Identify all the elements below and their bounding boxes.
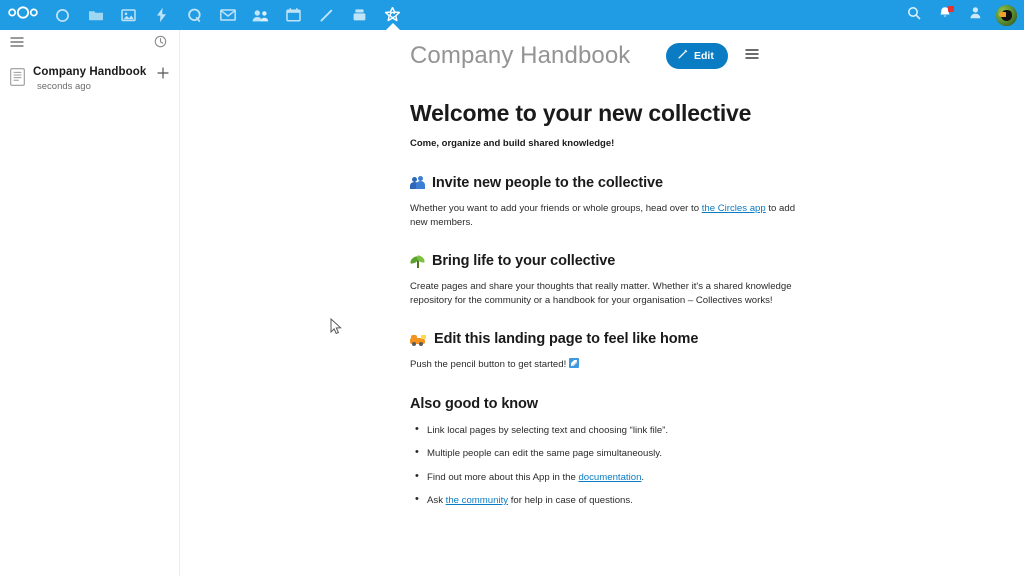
list-item-text: Multiple people can edit the same page s… — [427, 448, 662, 459]
app-icon-list — [46, 0, 409, 30]
search-button[interactable] — [898, 0, 929, 30]
seedling-emoji-icon — [410, 254, 425, 268]
top-navigation-bar — [0, 0, 1024, 30]
notification-badge — [948, 6, 954, 12]
list-item-text-before: Ask — [427, 495, 446, 506]
people-icon — [252, 9, 269, 22]
user-avatar[interactable] — [996, 5, 1017, 26]
list-item: Link local pages by selecting text and c… — [427, 424, 810, 438]
app-icon-contacts[interactable] — [244, 0, 277, 30]
page-header-actions: Edit — [666, 35, 762, 77]
edit-button[interactable]: Edit — [666, 43, 728, 69]
deck-stack-icon — [352, 8, 367, 22]
section-heading-bring-life-text: Bring life to your collective — [432, 251, 615, 271]
truck-emoji-icon — [410, 333, 427, 346]
hamburger-icon — [10, 35, 24, 53]
sidebar-toggle-button[interactable] — [8, 35, 26, 53]
app-icon-mail[interactable] — [211, 0, 244, 30]
document-heading-1: Welcome to your new collective — [410, 98, 810, 128]
circle-icon — [55, 8, 70, 23]
clock-icon — [154, 35, 167, 53]
calendar-icon — [286, 8, 301, 22]
list-item-text-after: for help in case of questions. — [508, 495, 633, 506]
section-heading-invite: Invite new people to the collective — [410, 173, 810, 193]
page-actions-menu-button[interactable] — [742, 45, 762, 67]
collectives-star-icon — [384, 7, 401, 23]
app-icon-files[interactable] — [79, 0, 112, 30]
section-body-edit-landing: Push the pencil button to get started! — [410, 358, 810, 372]
list-item: Find out more about this App in the docu… — [427, 471, 810, 485]
contacts-menu-icon — [968, 6, 983, 24]
documentation-link[interactable]: documentation — [578, 472, 641, 483]
app-icon-calendar[interactable] — [277, 0, 310, 30]
pencil-emoji-icon — [569, 358, 579, 368]
contacts-menu-button[interactable] — [960, 0, 991, 30]
circles-app-link[interactable]: the Circles app — [702, 203, 766, 214]
sidebar-item-title: Company Handbook — [33, 65, 155, 79]
avatar-beak-shape — [999, 12, 1006, 17]
hamburger-icon — [745, 47, 759, 65]
add-page-button[interactable] — [155, 67, 171, 83]
section-body-edit-landing-text: Push the pencil button to get started! — [410, 359, 569, 370]
list-item: Multiple people can edit the same page s… — [427, 447, 810, 461]
document-body: Welcome to your new collective Come, org… — [410, 98, 810, 518]
plus-icon — [157, 66, 169, 84]
image-icon — [121, 8, 136, 22]
app-icon-dashboard[interactable] — [46, 0, 79, 30]
notifications-button[interactable] — [929, 0, 960, 30]
page-document-icon — [8, 66, 27, 88]
section-heading-bring-life: Bring life to your collective — [410, 251, 810, 271]
section-heading-edit-landing: Edit this landing page to feel like home — [410, 329, 810, 349]
page-title: Company Handbook — [410, 42, 630, 70]
app-icon-activity[interactable] — [145, 0, 178, 30]
speech-bubble-icon — [187, 8, 202, 23]
list-item-text-before: Find out more about this App in the — [427, 472, 578, 483]
sidebar-toolbar — [0, 30, 179, 57]
list-item: Ask the community for help in case of qu… — [427, 494, 810, 508]
left-sidebar: Company Handbook seconds ago — [0, 30, 180, 576]
community-link[interactable]: the community — [446, 495, 508, 506]
sidebar-item-company-handbook[interactable]: Company Handbook seconds ago — [0, 57, 179, 94]
section-body-invite-before: Whether you want to add your friends or … — [410, 203, 702, 214]
lightning-bolt-icon — [156, 7, 167, 23]
section-body-invite: Whether you want to add your friends or … — [410, 202, 810, 229]
nextcloud-logo-icon — [8, 6, 38, 24]
main-content-area: Company Handbook Edit Welcome to your ne… — [181, 30, 1024, 576]
also-good-to-know-list: Link local pages by selecting text and c… — [410, 424, 810, 508]
document-lede: Come, organize and build shared knowledg… — [410, 137, 810, 151]
pencil-icon — [319, 8, 334, 23]
section-body-bring-life: Create pages and share your thoughts tha… — [410, 280, 810, 307]
section-heading-also-good-to-know: Also good to know — [410, 394, 810, 414]
people-emoji-icon — [410, 176, 425, 190]
app-icon-photos[interactable] — [112, 0, 145, 30]
app-icon-notes[interactable] — [310, 0, 343, 30]
pencil-icon — [677, 49, 688, 63]
sidebar-item-text: Company Handbook seconds ago — [33, 65, 155, 94]
app-icon-talk[interactable] — [178, 0, 211, 30]
search-icon — [907, 6, 921, 25]
page-history-button[interactable] — [151, 35, 169, 53]
envelope-icon — [220, 9, 236, 21]
topbar-right-actions — [898, 0, 1024, 30]
section-heading-invite-text: Invite new people to the collective — [432, 173, 663, 193]
folder-icon — [88, 8, 104, 22]
app-icon-collectives[interactable] — [376, 0, 409, 30]
section-heading-edit-landing-text: Edit this landing page to feel like home — [434, 329, 698, 349]
list-item-text: Link local pages by selecting text and c… — [427, 425, 668, 436]
sidebar-item-timestamp: seconds ago — [33, 80, 155, 94]
edit-button-label: Edit — [694, 50, 714, 62]
app-icon-deck[interactable] — [343, 0, 376, 30]
list-item-text-after: . — [641, 472, 644, 483]
nextcloud-logo-button[interactable] — [0, 0, 46, 30]
